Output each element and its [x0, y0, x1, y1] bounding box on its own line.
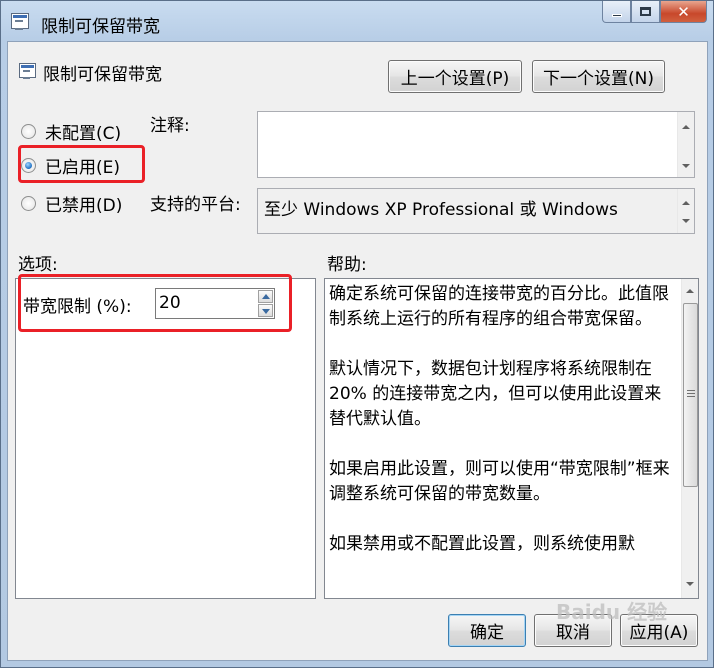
- previous-setting-button[interactable]: 上一个设置(P): [388, 60, 522, 93]
- scrollbar-thumb[interactable]: [683, 303, 698, 487]
- policy-name: 限制可保留带宽: [43, 65, 162, 85]
- comment-scrollbar[interactable]: [677, 112, 694, 177]
- grip-line: [687, 393, 695, 394]
- platform-scrollbar[interactable]: [677, 189, 694, 233]
- scroll-up-icon[interactable]: [682, 125, 690, 129]
- help-text: 确定系统可保留的连接带宽的百分比。此值限制系统上运行的所有程序的组合带宽保留。 …: [329, 284, 670, 554]
- grip-line: [687, 390, 695, 391]
- next-setting-button[interactable]: 下一个设置(N): [532, 60, 665, 93]
- radio-not-configured[interactable]: 未配置(C): [21, 119, 121, 144]
- close-icon: ✕: [677, 2, 690, 21]
- radio-disabled[interactable]: 已禁用(D): [21, 191, 122, 216]
- radio-circle[interactable]: [21, 196, 36, 211]
- title-bar[interactable]: 限制可保留带宽 ✕: [1, 1, 713, 41]
- bandwidth-highlight-box: [18, 274, 292, 332]
- watermark: Baidu 经验: [556, 600, 668, 624]
- scroll-down-icon[interactable]: [686, 582, 694, 586]
- maximize-icon: [640, 7, 651, 16]
- scroll-up-icon[interactable]: [682, 201, 690, 205]
- minimize-button[interactable]: [602, 1, 631, 23]
- platform-value: 至少 Windows XP Professional 或 Windows: [264, 200, 618, 220]
- options-label: 选项:: [18, 255, 58, 275]
- minimize-icon: [611, 14, 622, 17]
- close-button[interactable]: ✕: [660, 1, 707, 23]
- radio-circle[interactable]: [21, 124, 36, 139]
- comment-label: 注释:: [150, 116, 190, 136]
- ok-button[interactable]: 确定: [448, 614, 526, 647]
- radio-label: 未配置(C): [45, 124, 122, 144]
- scroll-down-icon[interactable]: [682, 219, 690, 223]
- policy-setting-icon: [19, 63, 36, 79]
- platform-field: 至少 Windows XP Professional 或 Windows: [257, 188, 695, 234]
- help-label: 帮助:: [327, 255, 367, 275]
- policy-icon: [11, 13, 29, 30]
- platform-label: 支持的平台:: [150, 195, 241, 215]
- dialog-client: 限制可保留带宽 上一个设置(P) 下一个设置(N) 未配置(C) 已启用(E) …: [7, 41, 708, 661]
- grip-line: [687, 396, 695, 397]
- dialog-window: 限制可保留带宽 ✕ 限制可保留带宽 上一个设置(P) 下一个设置(N) 未配置(…: [0, 0, 714, 668]
- scroll-up-icon[interactable]: [686, 289, 694, 293]
- radio-label: 已禁用(D): [45, 196, 123, 216]
- enabled-highlight-box: [18, 145, 145, 183]
- scroll-down-icon[interactable]: [682, 164, 690, 168]
- help-scrollbar[interactable]: [681, 279, 698, 598]
- maximize-button[interactable]: [631, 1, 660, 23]
- window-title: 限制可保留带宽: [41, 17, 160, 37]
- caption-buttons: ✕: [602, 1, 707, 23]
- help-pane: 确定系统可保留的连接带宽的百分比。此值限制系统上运行的所有程序的组合带宽保留。 …: [324, 278, 699, 599]
- comment-field[interactable]: [257, 111, 695, 178]
